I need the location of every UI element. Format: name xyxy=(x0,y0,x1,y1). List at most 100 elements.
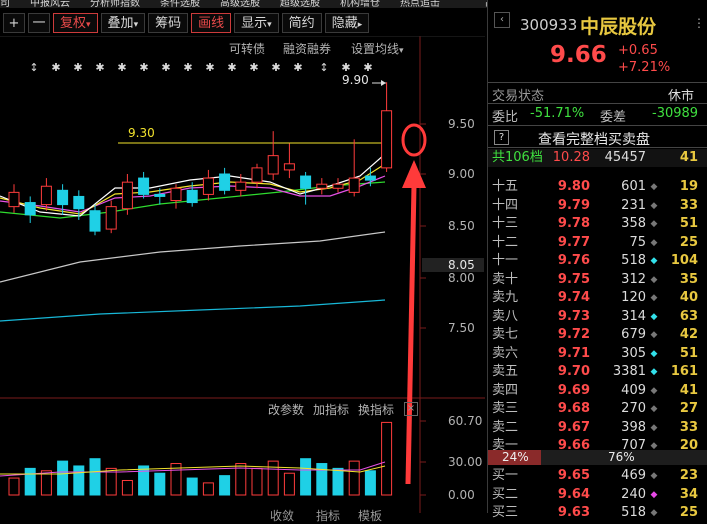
event-star-icon[interactable]: ✱ xyxy=(183,61,192,74)
ask-row[interactable]: 卖十 9.75 312 ◆ 35 xyxy=(488,271,707,289)
ask-row[interactable]: 卖二 9.67 398 ◆ 33 xyxy=(488,419,707,437)
bottom-tab[interactable]: 收敛 xyxy=(270,507,294,524)
overlay-button[interactable]: 叠加▾ xyxy=(100,13,146,33)
candle-body[interactable] xyxy=(138,177,150,195)
event-star-icon[interactable]: ✱ xyxy=(139,61,148,74)
ask-row[interactable]: 卖五 9.70 3381 ◆ 161 xyxy=(488,363,707,381)
simple-button[interactable]: 简约 xyxy=(281,13,322,33)
ask-row[interactable]: 十二 9.77 75 ◆ 25 xyxy=(488,234,707,252)
candle-body[interactable] xyxy=(8,191,20,208)
ellipsis-icon[interactable]: ⋮ xyxy=(693,16,705,30)
volume-bar[interactable] xyxy=(8,477,20,496)
volume-bar[interactable] xyxy=(283,472,295,496)
ask-row[interactable]: 卖八 9.73 314 ◆ 63 xyxy=(488,308,707,326)
volume-bar[interactable] xyxy=(138,465,150,496)
top-menu-item[interactable]: 中报风云 xyxy=(30,0,70,8)
ask-row[interactable]: 十五 9.80 601 ◆ 19 xyxy=(488,178,707,196)
candle-body[interactable] xyxy=(121,181,133,210)
bid-row[interactable]: 买二 9.64 240 ◆ 34 xyxy=(488,486,707,504)
zoom-in-button[interactable]: + xyxy=(3,13,25,33)
volume-bar[interactable] xyxy=(121,479,133,496)
margin-trading-link[interactable]: 融资融券 xyxy=(283,40,331,57)
volume-bar[interactable] xyxy=(267,460,279,496)
candle-body[interactable] xyxy=(300,175,312,189)
candle-body[interactable] xyxy=(381,110,393,169)
ask-row[interactable]: 卖六 9.71 305 ◆ 51 xyxy=(488,345,707,363)
candle-body[interactable] xyxy=(186,189,198,204)
candle-body[interactable] xyxy=(267,155,279,175)
event-star-icon[interactable]: ✱ xyxy=(293,61,302,74)
volume-bar[interactable] xyxy=(186,477,198,496)
draw-line-button[interactable]: 画线 xyxy=(191,13,232,33)
volume-bar[interactable] xyxy=(89,458,101,496)
zoom-out-button[interactable]: 一 xyxy=(28,13,50,33)
display-button[interactable]: 显示▾ xyxy=(234,13,279,33)
volume-bar[interactable] xyxy=(332,467,344,496)
close-icon[interactable]: × xyxy=(404,402,418,416)
volume-bar[interactable] xyxy=(316,463,328,496)
candle-body[interactable] xyxy=(219,173,231,191)
switch-indicator-button[interactable]: 换指标 xyxy=(358,401,394,418)
volume-bar[interactable] xyxy=(364,470,376,496)
volume-bar[interactable] xyxy=(57,460,69,496)
candle-body[interactable] xyxy=(364,175,376,181)
candle-body[interactable] xyxy=(57,189,69,206)
ask-row[interactable]: 十四 9.79 231 ◆ 33 xyxy=(488,197,707,215)
event-star-icon[interactable]: ✱ xyxy=(73,61,82,74)
volume-bar[interactable] xyxy=(24,467,36,496)
event-star-icon[interactable]: ✱ xyxy=(227,61,236,74)
top-menu-item[interactable]: 机构增仓 xyxy=(340,0,380,8)
candle-body[interactable] xyxy=(154,193,166,197)
candle-body[interactable] xyxy=(332,183,344,189)
candle-body[interactable] xyxy=(348,177,360,193)
candle-body[interactable] xyxy=(283,163,295,171)
event-star-icon[interactable]: ✱ xyxy=(205,61,214,74)
event-star-icon[interactable]: ✱ xyxy=(249,61,258,74)
volume-bar[interactable] xyxy=(202,482,214,496)
top-menu-item[interactable]: 高级选股 xyxy=(220,0,260,8)
chips-button[interactable]: 筹码 xyxy=(148,13,189,33)
candle-body[interactable] xyxy=(40,185,52,206)
candle-body[interactable] xyxy=(251,167,263,183)
ask-row[interactable]: 卖三 9.68 270 ◆ 27 xyxy=(488,400,707,418)
add-indicator-button[interactable]: 加指标 xyxy=(313,401,349,418)
event-star-icon[interactable]: ✱ xyxy=(51,61,60,74)
chevron-left-icon[interactable]: ‹ xyxy=(494,12,510,28)
event-star-icon[interactable]: ✱ xyxy=(117,61,126,74)
bid-row[interactable]: 买三 9.63 518 ◆ 25 xyxy=(488,504,707,522)
volume-bar[interactable] xyxy=(73,465,85,496)
top-menu-item[interactable]: 分析师指数 xyxy=(90,0,140,8)
event-star-icon[interactable]: ↕ xyxy=(319,61,328,74)
bid-row[interactable]: 买一 9.65 469 ◆ 23 xyxy=(488,467,707,485)
kline-chart[interactable]: ↕ ✱ ✱ ✱ ✱ ✱ ✱ ✱ ✱ ✱ ✱ ✱ ✱ ↕ ✱ ✱ 可转债 融资融券 设置均线▾ 9.90 9.3… xyxy=(0,35,485,523)
candle-body[interactable] xyxy=(73,195,85,210)
candle-body[interactable] xyxy=(170,187,182,202)
full-queue-link[interactable]: 查看完整档买卖盘 xyxy=(538,129,650,149)
volume-bar[interactable] xyxy=(219,475,231,496)
ma-settings-menu[interactable]: 设置均线▾ xyxy=(351,40,404,57)
volume-bar[interactable] xyxy=(251,467,263,496)
candle-body[interactable] xyxy=(316,183,328,189)
event-star-icon[interactable]: ✱ xyxy=(161,61,170,74)
hide-button[interactable]: 隐藏▸ xyxy=(324,13,370,33)
top-menu-item[interactable]: 超级选股 xyxy=(280,0,320,8)
event-star-icon[interactable]: ✱ xyxy=(271,61,280,74)
volume-bar[interactable] xyxy=(300,458,312,496)
ask-row[interactable]: 卖七 9.72 679 ◆ 42 xyxy=(488,326,707,344)
bottom-tab[interactable]: 模板 xyxy=(358,507,382,524)
candle-body[interactable] xyxy=(202,177,214,195)
edit-params-button[interactable]: 改参数 xyxy=(268,401,304,418)
ask-row[interactable]: 卖四 9.69 409 ◆ 41 xyxy=(488,382,707,400)
candle-body[interactable] xyxy=(235,181,247,191)
candle-body[interactable] xyxy=(89,210,101,232)
help-icon[interactable]: ? xyxy=(494,130,509,145)
volume-bar[interactable] xyxy=(154,472,166,496)
top-menu-item[interactable]: 条件选股 xyxy=(160,0,200,8)
bottom-tab[interactable]: 指标 xyxy=(316,507,340,524)
event-star-icon[interactable]: ✱ xyxy=(95,61,104,74)
top-menu-item[interactable]: 司 xyxy=(0,0,10,8)
volume-bar[interactable] xyxy=(348,460,360,496)
convertible-bond-link[interactable]: 可转债 xyxy=(229,40,265,57)
ask-row[interactable]: 十一 9.76 518 ◆ 104 xyxy=(488,252,707,270)
volume-bar[interactable] xyxy=(381,421,393,496)
